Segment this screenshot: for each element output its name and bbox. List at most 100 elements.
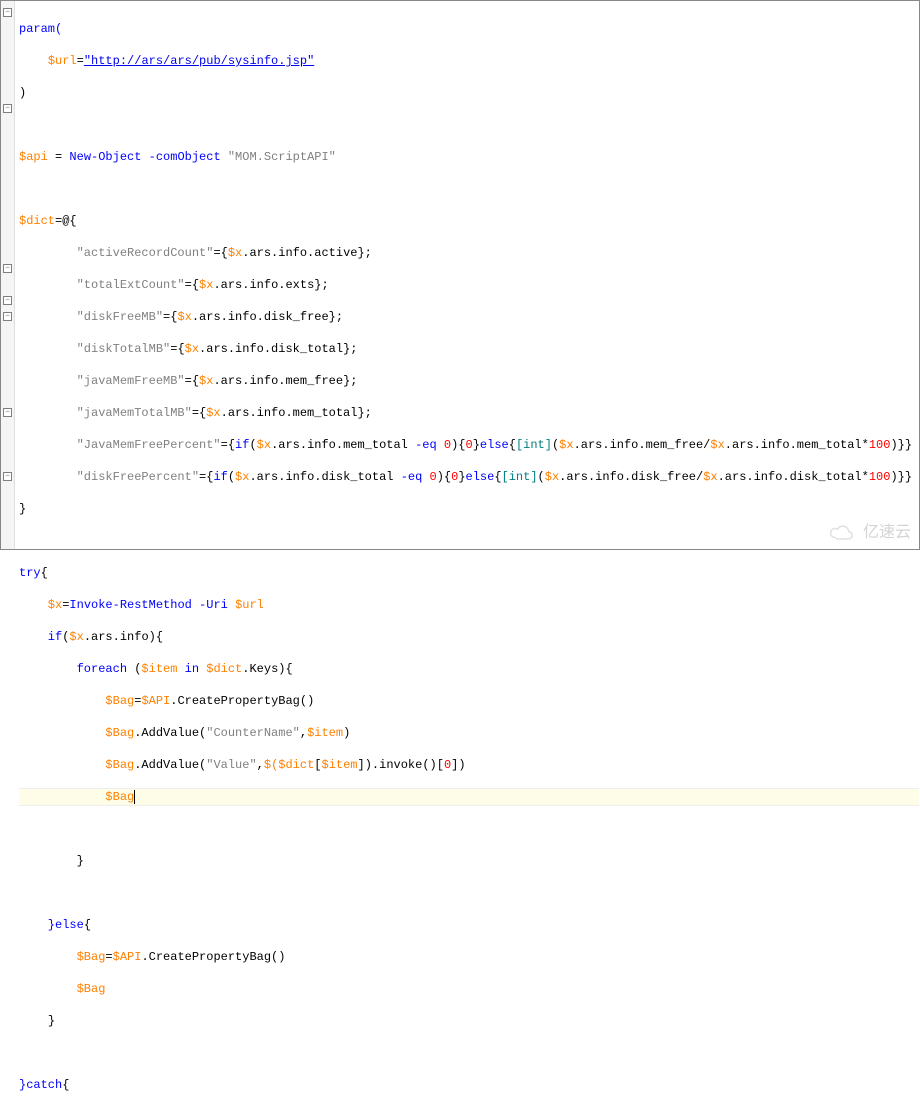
brace: ){	[437, 470, 451, 484]
number-100: 100	[869, 470, 891, 484]
hash-open: @{	[62, 214, 76, 228]
paren-open: (	[249, 438, 256, 452]
var-bag-cursor: $Bag	[105, 790, 135, 804]
type-int: [int]	[516, 438, 552, 452]
var-dict: $dict	[278, 758, 314, 772]
var-x: $x	[177, 310, 191, 324]
string-value: "Value"	[206, 758, 256, 772]
hash-key: "javaMemTotalMB"	[19, 406, 192, 420]
hash-key: "JavaMemFreePercent"	[19, 438, 221, 452]
member-access: .ars.info.mem_total	[271, 438, 415, 452]
keyword-if: if	[19, 630, 62, 644]
var-dict: $dict	[19, 214, 55, 228]
cloud-icon	[827, 523, 857, 543]
brace-close: }	[19, 854, 84, 868]
brace-close: }	[473, 438, 480, 452]
fold-toggle[interactable]: −	[3, 8, 12, 17]
var-x: $x	[199, 374, 213, 388]
var-url: $url	[235, 598, 264, 612]
watermark: 亿速云	[827, 523, 911, 543]
subexpr: $(	[264, 758, 278, 772]
brace-open: {	[221, 246, 228, 260]
fold-toggle[interactable]: −	[3, 296, 12, 305]
var-item: $item	[307, 726, 343, 740]
hash-key: "javaMemFreeMB"	[19, 374, 185, 388]
hash-key: "diskTotalMB"	[19, 342, 170, 356]
op-eq: =	[213, 246, 220, 260]
member-access: .ars.info.mem_total*	[725, 438, 869, 452]
op-eq: =	[105, 950, 112, 964]
var-x: $x	[69, 630, 83, 644]
indent	[19, 694, 105, 708]
cmdlet-newobject: New-Object	[69, 150, 148, 164]
var-x: $x	[545, 470, 559, 484]
op-eq: =	[185, 278, 192, 292]
paren-close: ])	[451, 758, 465, 772]
var-bag: $Bag	[77, 982, 106, 996]
string-url: "http://ars/ars/pub/sysinfo.jsp"	[84, 54, 314, 68]
method-addvalue: .AddValue(	[134, 758, 206, 772]
hash-key: "diskFreeMB"	[19, 310, 163, 324]
keyword-catch: }catch	[19, 1078, 62, 1092]
string-scriptapi: "MOM.ScriptAPI"	[228, 150, 336, 164]
brace-open: {	[84, 918, 91, 932]
var-x: $x	[199, 278, 213, 292]
brace-open: {	[41, 566, 48, 580]
method-call: .CreatePropertyBag()	[141, 950, 285, 964]
op-eq: =	[134, 694, 141, 708]
var-x: $x	[19, 598, 62, 612]
var-item: $item	[141, 662, 184, 676]
member-access: .ars.info){	[84, 630, 163, 644]
param-comobject: -comObject	[149, 150, 228, 164]
var-bag: $Bag	[105, 694, 134, 708]
brace-open: {	[192, 374, 199, 388]
number-zero: 0	[466, 438, 473, 452]
keyword-if: if	[235, 438, 249, 452]
indent	[19, 726, 105, 740]
keyword-foreach: foreach	[19, 662, 134, 676]
string-countername: "CounterName"	[206, 726, 300, 740]
var-item: $item	[322, 758, 358, 772]
brace-open: ={	[199, 470, 213, 484]
code-editor[interactable]: param( $url="http://ars/ars/pub/sysinfo.…	[15, 1, 919, 549]
indent	[19, 950, 77, 964]
indent	[19, 758, 105, 772]
keyword-in: in	[185, 662, 207, 676]
op-eq: =	[55, 150, 69, 164]
var-api: $API	[141, 694, 170, 708]
member-access: .ars.info.exts};	[213, 278, 328, 292]
op-eq: =	[62, 598, 69, 612]
fold-toggle[interactable]: −	[3, 472, 12, 481]
cmdlet-invoke: Invoke-RestMethod	[69, 598, 199, 612]
comma: ,	[300, 726, 307, 740]
brace-close: )}}	[890, 438, 912, 452]
var-x: $x	[228, 246, 242, 260]
fold-gutter: − − − − − − −	[1, 1, 15, 549]
indent	[19, 54, 48, 68]
number-zero: 0	[444, 758, 451, 772]
fold-toggle[interactable]: −	[3, 408, 12, 417]
method-call: .CreatePropertyBag()	[170, 694, 314, 708]
brace-open: ={	[221, 438, 235, 452]
fold-toggle[interactable]: −	[3, 104, 12, 113]
fold-toggle[interactable]: −	[3, 264, 12, 273]
brace-close: }	[48, 1014, 55, 1028]
paren-open: (	[134, 662, 141, 676]
var-x: $x	[710, 438, 724, 452]
var-x: $x	[257, 438, 271, 452]
brace-close: }	[19, 502, 26, 516]
op-eq: =	[77, 54, 84, 68]
var-bag: $Bag	[105, 758, 134, 772]
keyword-param: param(	[19, 22, 62, 36]
hash-key: "activeRecordCount"	[19, 246, 213, 260]
op-eq: =	[192, 406, 199, 420]
member-access: .ars.info.mem_free/	[574, 438, 711, 452]
bracket-close: ]	[358, 758, 365, 772]
watermark-text: 亿速云	[863, 525, 911, 541]
fold-toggle[interactable]: −	[3, 312, 12, 321]
brace-open: {	[509, 438, 516, 452]
var-x: $x	[206, 406, 220, 420]
keyword-else: else	[480, 438, 509, 452]
paren-close: )	[343, 726, 350, 740]
var-x: $x	[703, 470, 717, 484]
